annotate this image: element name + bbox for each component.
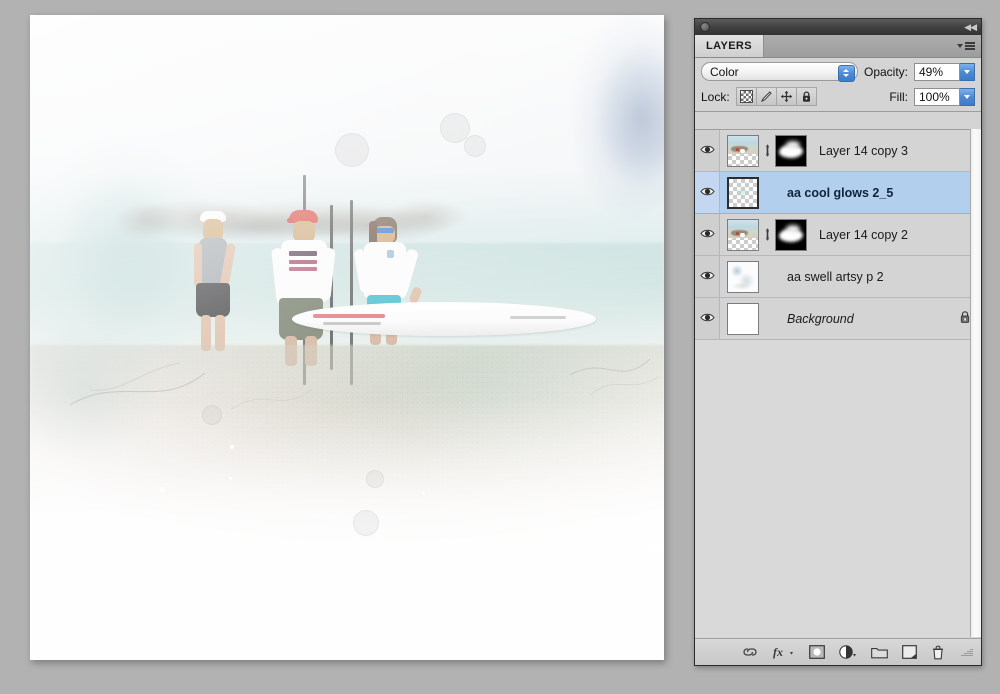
brush-icon bbox=[760, 91, 772, 102]
document-canvas[interactable] bbox=[30, 15, 664, 660]
new-layer-button[interactable] bbox=[902, 643, 917, 661]
lock-button-group[interactable] bbox=[735, 87, 817, 106]
collapse-panel-icon[interactable]: ◀◀ bbox=[964, 22, 977, 32]
svg-text:fx: fx bbox=[773, 645, 783, 659]
decor-circle-5 bbox=[366, 470, 384, 488]
layer-row[interactable]: Layer 14 copy 2 bbox=[695, 214, 981, 256]
panel-close-dot-icon[interactable] bbox=[700, 22, 710, 32]
photoshop-screenshot: ◀◀ LAYERS Color Opacity: 49% Lock: Fill:… bbox=[0, 0, 1000, 694]
opacity-control[interactable]: 49% bbox=[914, 62, 975, 81]
layer-thumbnail[interactable] bbox=[727, 260, 759, 293]
panel-resize-grip[interactable] bbox=[961, 648, 973, 656]
lock-label: Lock: bbox=[701, 89, 730, 104]
delete-layer-button[interactable] bbox=[931, 643, 945, 661]
layer-visibility-toggle[interactable] bbox=[695, 130, 720, 171]
panel-menu-lines-icon bbox=[965, 42, 975, 50]
panel-titlebar[interactable]: ◀◀ bbox=[695, 19, 981, 35]
add-layer-mask-button[interactable] bbox=[809, 643, 825, 661]
layer-thumbnail[interactable] bbox=[727, 302, 759, 335]
eye-icon bbox=[699, 270, 715, 284]
lock-position-button[interactable] bbox=[776, 88, 797, 105]
move-arrows-icon bbox=[780, 90, 792, 103]
layer-row[interactable]: Background bbox=[695, 298, 981, 340]
checkerboard-icon bbox=[739, 90, 753, 103]
fill-label: Fill: bbox=[889, 89, 908, 104]
decor-spark-3 bbox=[160, 487, 165, 492]
decor-circle-6 bbox=[202, 405, 222, 425]
decor-spark-5 bbox=[470, 583, 473, 586]
fill-dropdown-arrow-icon[interactable] bbox=[960, 87, 975, 106]
link-layers-button[interactable] bbox=[741, 643, 759, 661]
blend-mode-select[interactable]: Color bbox=[701, 62, 858, 82]
canvas-bottom-fade bbox=[30, 400, 664, 660]
padlock-icon bbox=[802, 91, 810, 102]
layer-thumbnail[interactable] bbox=[727, 134, 759, 167]
layer-name[interactable]: aa cool glows 2_5 bbox=[787, 186, 971, 200]
lock-all-button[interactable] bbox=[796, 88, 816, 105]
panel-tabstrip[interactable]: LAYERS bbox=[695, 35, 981, 58]
tab-layers-label: LAYERS bbox=[706, 40, 753, 52]
layer-visibility-toggle[interactable] bbox=[695, 172, 720, 213]
decor-circle-1 bbox=[335, 133, 369, 167]
folder-icon bbox=[871, 647, 888, 658]
decor-spark-6 bbox=[425, 605, 429, 609]
lock-image-pixels-button[interactable] bbox=[756, 88, 777, 105]
opacity-dropdown-arrow-icon[interactable] bbox=[960, 62, 975, 81]
tab-layers[interactable]: LAYERS bbox=[695, 35, 765, 57]
layer-thumbnail[interactable] bbox=[727, 218, 759, 251]
half-circle-icon bbox=[839, 645, 856, 659]
new-group-button[interactable] bbox=[871, 643, 888, 661]
layer-mask-link-icon[interactable] bbox=[761, 228, 773, 241]
layer-name[interactable]: Layer 14 copy 3 bbox=[819, 144, 971, 158]
layer-row[interactable]: aa cool glows 2_5 bbox=[695, 172, 981, 214]
layer-visibility-toggle[interactable] bbox=[695, 256, 720, 297]
decor-circle-4 bbox=[353, 510, 379, 536]
eye-icon bbox=[699, 144, 715, 158]
layers-panel[interactable]: ◀◀ LAYERS Color Opacity: 49% Lock: Fill:… bbox=[694, 18, 982, 666]
eye-icon bbox=[699, 228, 715, 242]
panel-menu-button[interactable] bbox=[957, 35, 981, 57]
layer-visibility-toggle[interactable] bbox=[695, 214, 720, 255]
trash-icon bbox=[933, 645, 943, 659]
opacity-input[interactable]: 49% bbox=[914, 62, 960, 81]
decor-circle-3 bbox=[464, 135, 486, 157]
layer-visibility-toggle[interactable] bbox=[695, 298, 720, 339]
new-adjustment-layer-button[interactable] bbox=[839, 643, 857, 661]
layer-row[interactable]: Layer 14 copy 3 bbox=[695, 130, 981, 172]
decor-spark-1 bbox=[230, 445, 234, 449]
new-layer-icon bbox=[902, 645, 917, 659]
decor-spark-2 bbox=[229, 477, 232, 480]
panel-menu-triangle-icon bbox=[957, 44, 963, 48]
blend-opacity-row: Color Opacity: 49% bbox=[695, 58, 981, 85]
layer-thumbnail[interactable] bbox=[727, 176, 759, 209]
fill-input[interactable]: 100% bbox=[914, 87, 960, 106]
decor-spark-4 bbox=[422, 492, 425, 495]
layer-row[interactable]: aa swell artsy p 2 bbox=[695, 256, 981, 298]
panel-footer-toolbar[interactable]: fx bbox=[695, 638, 981, 665]
layer-name[interactable]: Background bbox=[787, 312, 959, 326]
mask-icon bbox=[809, 645, 825, 659]
layer-style-button[interactable]: fx bbox=[773, 643, 795, 661]
link-icon bbox=[743, 648, 757, 656]
layer-name[interactable]: aa swell artsy p 2 bbox=[787, 270, 971, 284]
opacity-label: Opacity: bbox=[863, 64, 908, 79]
layer-list-scrollbar[interactable] bbox=[970, 129, 981, 637]
layer-mask-thumbnail[interactable] bbox=[775, 218, 807, 251]
layer-name[interactable]: Layer 14 copy 2 bbox=[819, 228, 971, 242]
fx-icon: fx bbox=[773, 645, 793, 659]
layer-list[interactable]: Layer 14 copy 3 aa cool glows 2_5 Layer 14… bbox=[695, 129, 981, 637]
lock-fill-row: Lock: Fill: 100% bbox=[695, 85, 981, 112]
fill-control[interactable]: 100% bbox=[914, 87, 975, 106]
blend-mode-stepper-icon[interactable] bbox=[837, 64, 855, 82]
tabstrip-filler bbox=[764, 35, 957, 57]
layer-mask-link-icon[interactable] bbox=[761, 144, 773, 157]
layer-mask-thumbnail[interactable] bbox=[775, 134, 807, 167]
blend-mode-value: Color bbox=[710, 64, 739, 79]
eye-icon bbox=[699, 312, 715, 326]
eye-icon bbox=[699, 186, 715, 200]
lock-transparent-pixels-button[interactable] bbox=[736, 88, 757, 105]
